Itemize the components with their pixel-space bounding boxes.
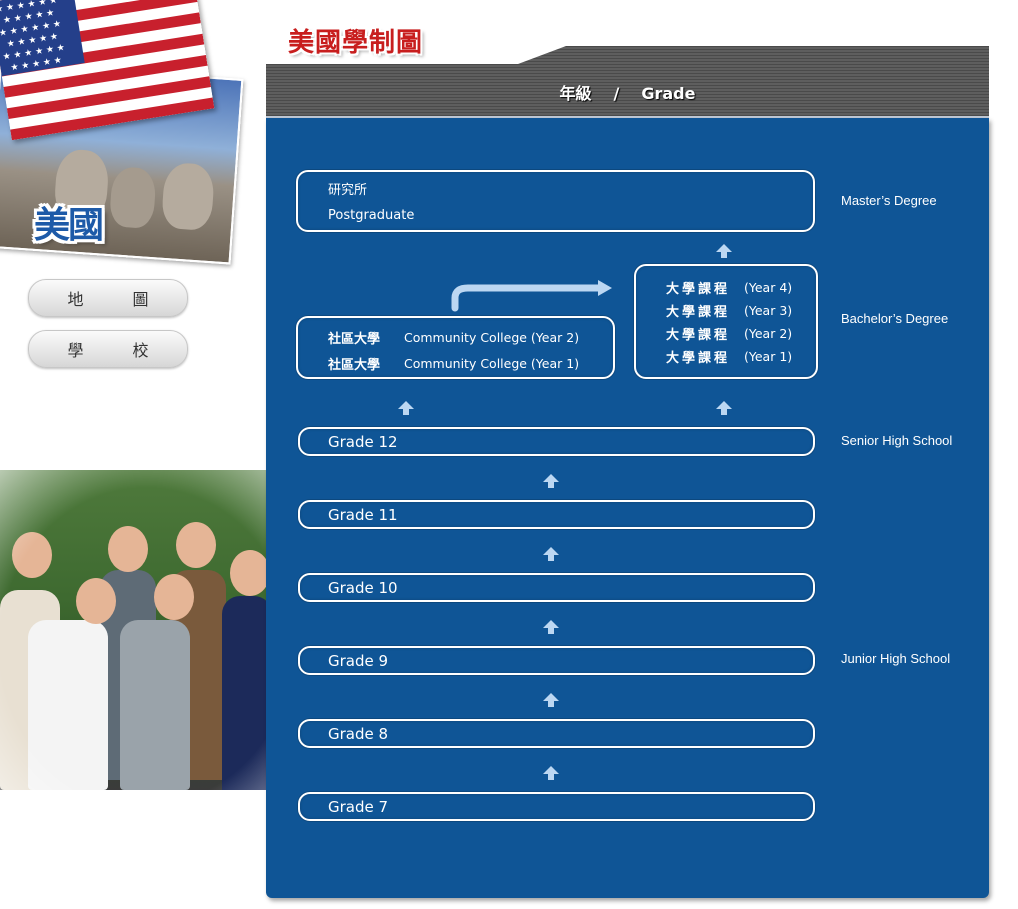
university-zh: 大學課程 [666, 351, 731, 366]
university-year-2: 大學課程 (Year 2) [666, 322, 816, 345]
university-year-4: 大學課程 (Year 4) [666, 276, 816, 299]
masters-degree-label: Master’s Degree [841, 193, 937, 208]
university-year: (Year 2) [744, 326, 793, 341]
community-college-zh: 社區大學 [328, 331, 381, 347]
university-zh: 大學課程 [666, 305, 731, 320]
grade-12-bar: Grade 12 [298, 427, 815, 456]
bachelors-degree-label: Bachelor’s Degree [841, 311, 949, 326]
university-year: (Year 4) [744, 280, 793, 295]
university-zh: 大學課程 [666, 282, 731, 297]
community-college-zh: 社區大學 [328, 357, 381, 373]
country-label: 美國 [34, 204, 104, 246]
university-year-1: 大學課程 (Year 1) [666, 345, 816, 368]
schools-button[interactable]: 學 校 [28, 330, 188, 368]
postgraduate-en: Postgraduate [328, 208, 415, 223]
university-year-3: 大學課程 (Year 3) [666, 299, 816, 322]
header-en: Grade [641, 84, 696, 103]
students-group-photo [0, 470, 266, 790]
community-college-en: Community College (Year 1) [404, 355, 580, 371]
university-zh: 大學課程 [666, 328, 731, 343]
grade-11-bar: Grade 11 [298, 500, 815, 529]
postgraduate-zh: 研究所 [328, 183, 368, 198]
university-box: 大學課程 (Year 4) 大學課程 (Year 3) 大學課程 (Year 2… [634, 264, 818, 379]
page-title: 美國學制圖 [288, 28, 424, 58]
community-college-box: 社區大學 Community College (Year 2) 社區大學 Com… [296, 316, 615, 379]
junior-high-school-label: Junior High School [841, 651, 951, 666]
university-year: (Year 3) [744, 303, 793, 318]
grade-header-title: 年級 / Grade [266, 80, 989, 104]
header-zh: 年級 [559, 84, 592, 103]
header-separator: / [613, 84, 620, 103]
grade-9-bar: Grade 9 [298, 646, 815, 675]
postgraduate-box: 研究所 Postgraduate [296, 170, 815, 232]
grade-10-bar: Grade 10 [298, 573, 815, 602]
grade-7-bar: Grade 7 [298, 792, 815, 821]
community-college-en: Community College (Year 2) [404, 329, 580, 345]
community-college-year-2: 社區大學 Community College (Year 2) [328, 324, 613, 350]
university-year: (Year 1) [744, 349, 793, 364]
community-college-year-1: 社區大學 Community College (Year 1) [328, 350, 613, 376]
rushmore-face-2 [108, 166, 157, 230]
senior-high-school-label: Senior High School [841, 433, 953, 448]
grade-8-bar: Grade 8 [298, 719, 815, 748]
map-button[interactable]: 地 圖 [28, 279, 188, 317]
rushmore-face-3 [160, 161, 216, 232]
curved-right-arrow-icon [451, 280, 612, 312]
